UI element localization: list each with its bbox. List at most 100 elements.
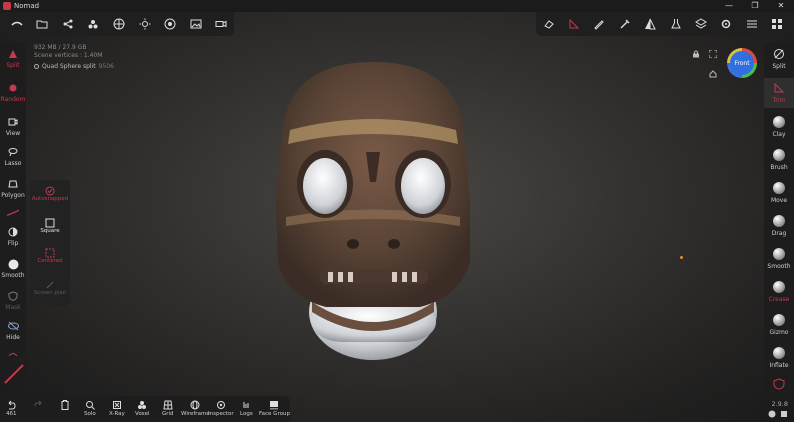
flip-icon	[7, 226, 19, 238]
minimize-button[interactable]: —	[716, 0, 742, 12]
lock-icon[interactable]	[692, 50, 700, 60]
rtool-brush-label: Brush	[770, 164, 788, 171]
tool-flip[interactable]: Flip	[0, 226, 26, 247]
face-group-icon	[269, 400, 279, 410]
mesh-visibility-icon[interactable]	[34, 64, 39, 69]
tool-smooth-label: Smooth	[1, 272, 25, 279]
popup-square-label: Square	[40, 228, 60, 234]
split-icon	[7, 48, 19, 60]
redo-button[interactable]	[34, 400, 44, 411]
fullscreen-icon[interactable]	[708, 49, 718, 60]
rtool-brush[interactable]: Brush	[764, 149, 794, 171]
gear-icon[interactable]	[714, 12, 739, 36]
tool-polygon-label: Polygon	[1, 192, 25, 199]
topology-icon[interactable]	[106, 12, 132, 36]
wireframe-button[interactable]: Wireframe	[181, 400, 210, 417]
rtool-extra[interactable]	[764, 378, 794, 390]
popup-screen-plan-label: Screen plan	[33, 290, 67, 296]
material-icon[interactable]	[157, 12, 183, 36]
image-icon[interactable]	[183, 12, 209, 36]
tool-smooth[interactable]: Smooth	[0, 258, 26, 279]
wireframe-label: Wireframe	[181, 411, 210, 417]
layers-icon[interactable]	[688, 12, 713, 36]
rtool-move-label: Move	[770, 197, 788, 204]
rtool-gizmo[interactable]: Gizmo	[764, 314, 794, 336]
stroke-line-icon	[4, 364, 24, 384]
tool-polygon[interactable]: Polygon	[0, 178, 26, 199]
tool-view[interactable]: View	[0, 116, 26, 137]
tool-line[interactable]	[0, 206, 26, 220]
face-group-label: Face Group	[259, 411, 290, 417]
rtool-drag[interactable]: Drag	[764, 215, 794, 237]
mesh-label[interactable]: Quad Sphere split 9506	[34, 63, 114, 70]
trim-tool-icon[interactable]	[561, 12, 586, 36]
maximize-button[interactable]: ❐	[742, 0, 768, 12]
xray-button[interactable]: X-Ray	[109, 400, 125, 417]
redo-icon	[34, 400, 44, 410]
tool-split[interactable]: Split	[0, 48, 26, 69]
brush-sphere-icon	[773, 149, 785, 161]
rtool-trim[interactable]: Trim	[764, 78, 794, 108]
undo-button[interactable]: 461	[6, 400, 17, 417]
top-right-toolbar	[536, 12, 794, 36]
popup-autosnapped[interactable]: Autosnapped	[30, 186, 70, 202]
folder-icon[interactable]	[30, 12, 56, 36]
inspector-button[interactable]: Inspector	[208, 400, 234, 417]
stroke-color-swatch[interactable]	[2, 362, 26, 386]
voxel-button[interactable]: Voxel	[135, 400, 150, 417]
scene-vertices: Scene vertices : 1.40M	[34, 52, 103, 59]
settings-list-icon[interactable]	[739, 12, 764, 36]
scene-icon[interactable]	[81, 12, 107, 36]
grid-button[interactable]: Grid	[162, 400, 174, 417]
solo-button[interactable]: Solo	[84, 400, 96, 417]
plugins-icon[interactable]	[765, 12, 790, 36]
share-icon[interactable]	[55, 12, 81, 36]
logs-button[interactable]: Logs	[240, 400, 253, 417]
light-icon[interactable]	[132, 12, 158, 36]
popup-square[interactable]: Square	[30, 218, 70, 234]
close-button[interactable]: ✕	[768, 0, 794, 12]
rtool-gizmo-label: Gizmo	[769, 329, 789, 336]
view-gizmo[interactable]: Front	[727, 48, 757, 78]
3d-viewport[interactable]	[0, 12, 794, 422]
mask-shield-icon	[7, 290, 19, 302]
window-title: Nomad	[14, 2, 40, 10]
tool-random[interactable]: Random	[0, 82, 26, 103]
view-gizmo-face[interactable]: Front	[730, 51, 754, 75]
rtool-crease[interactable]: Crease	[764, 281, 794, 303]
tool-lasso[interactable]: Lasso	[0, 146, 26, 167]
rtool-inflate[interactable]: Inflate	[764, 347, 794, 369]
tool-hide[interactable]: Hide	[0, 320, 26, 341]
version-label: 2.9.8	[771, 400, 788, 408]
picker-icon[interactable]	[612, 12, 637, 36]
help-icon[interactable]	[780, 410, 788, 418]
symmetry-icon[interactable]	[638, 12, 663, 36]
tool-mask[interactable]: Mask	[0, 290, 26, 311]
rtool-trim-label: Trim	[772, 97, 786, 104]
rtool-drag-label: Drag	[771, 230, 787, 237]
home-icon[interactable]	[709, 70, 717, 80]
xray-label: X-Ray	[109, 411, 125, 417]
rtool-split-label: Split	[772, 63, 786, 70]
extra-red-icon	[7, 348, 19, 360]
pencil-icon[interactable]	[587, 12, 612, 36]
clipboard-button[interactable]	[60, 400, 70, 411]
square-icon	[45, 218, 55, 228]
camera-icon[interactable]	[209, 12, 235, 36]
centered-icon	[45, 248, 55, 258]
symmetry-popup: Autosnapped Square Centered Screen plan	[30, 180, 70, 306]
rtool-smooth[interactable]: Smooth	[764, 248, 794, 270]
drag-sphere-icon	[773, 215, 785, 227]
lasso-icon	[7, 146, 19, 158]
rtool-move[interactable]: Move	[764, 182, 794, 204]
stroke-icon[interactable]	[536, 12, 561, 36]
tool-extra[interactable]	[0, 348, 26, 362]
face-group-button[interactable]: Face Group	[259, 400, 290, 417]
rtool-clay[interactable]: Clay	[764, 116, 794, 138]
flask-icon[interactable]	[663, 12, 688, 36]
popup-centered[interactable]: Centered	[30, 248, 70, 264]
menu-toggle-icon[interactable]	[4, 12, 30, 36]
popup-screen-plan[interactable]: Screen plan	[30, 280, 70, 296]
info-icon[interactable]	[768, 410, 776, 418]
rtool-split[interactable]: Split	[764, 48, 794, 70]
